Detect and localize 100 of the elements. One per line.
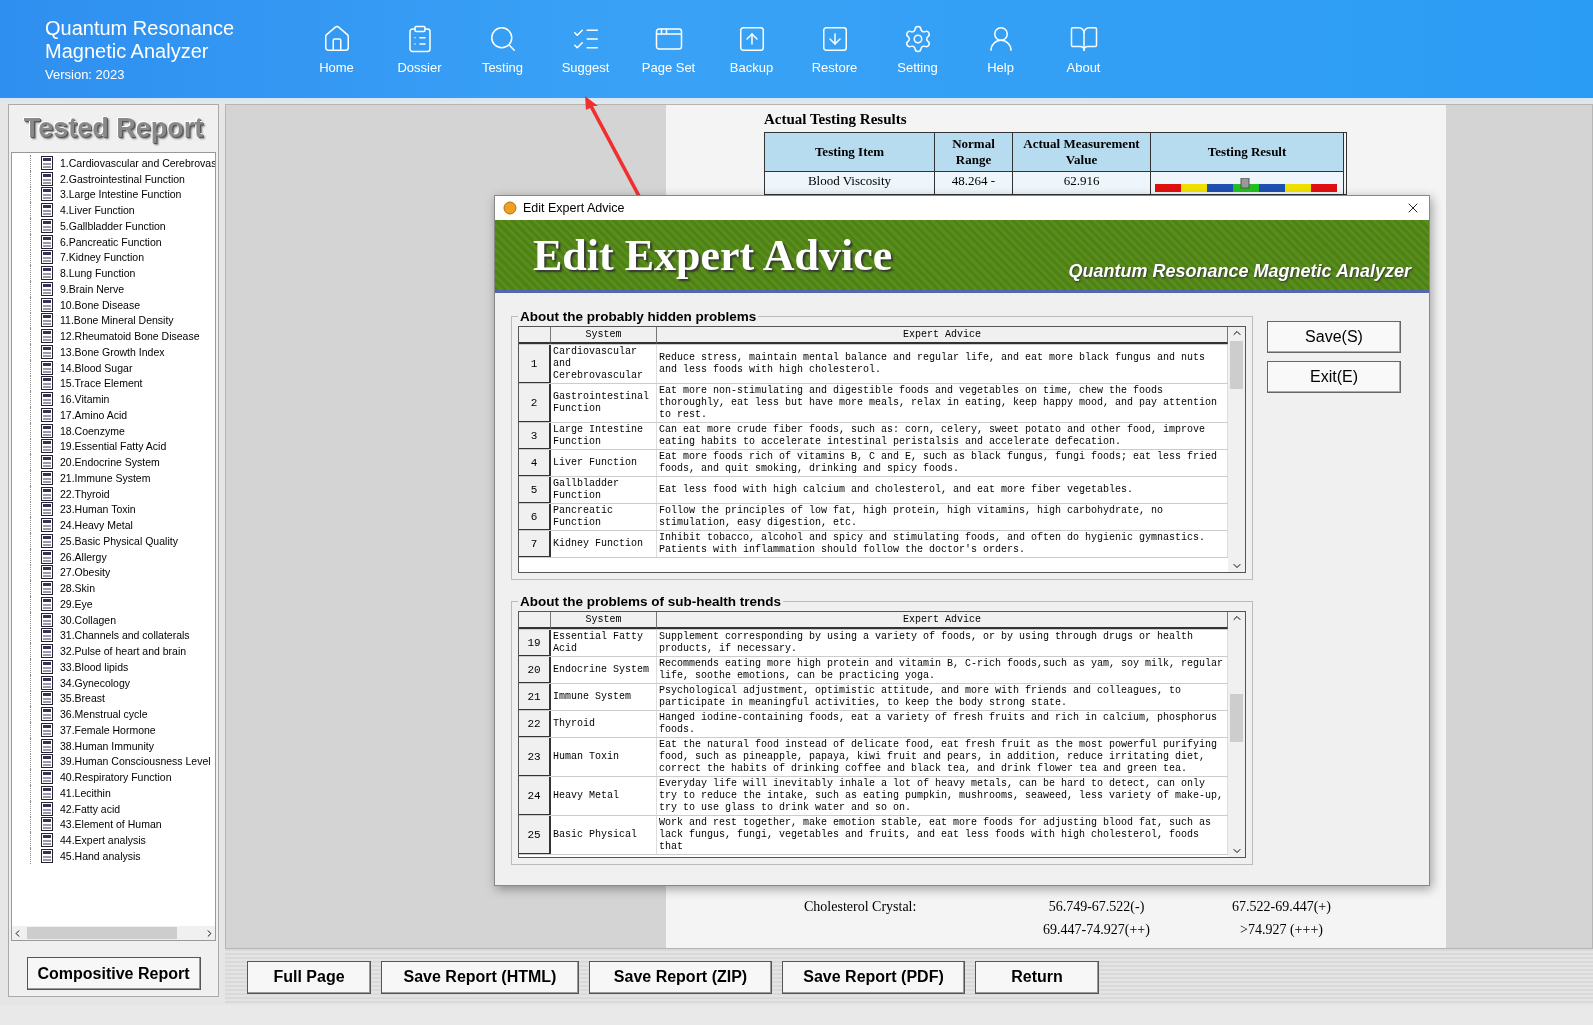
tree-item[interactable]: 39.Human Consciousness Level — [30, 753, 215, 770]
column-header: Expert Advice — [657, 612, 1228, 629]
document-icon — [41, 297, 53, 312]
row-number: 20 — [519, 657, 551, 683]
document-icon — [41, 518, 53, 533]
document-icon — [41, 423, 53, 438]
tree-item[interactable]: 2.Gastrointestinal Function — [30, 170, 215, 187]
document-icon — [41, 612, 53, 627]
table-cell: 48.264 - — [935, 172, 1013, 194]
tree-item[interactable]: 15.Trace Element — [30, 375, 215, 392]
tree-item[interactable]: 5.Gallbladder Function — [30, 218, 215, 234]
tree-item[interactable]: 8.Lung Function — [30, 265, 215, 281]
document-icon — [41, 596, 53, 611]
table-header: Actual Measurement Value — [1013, 133, 1151, 172]
vertical-scrollbar[interactable] — [1228, 612, 1245, 857]
tree-item[interactable]: 18.Coenzyme — [30, 422, 215, 439]
vertical-scrollbar[interactable] — [1228, 327, 1245, 572]
row-number: 5 — [519, 477, 551, 503]
row-number: 25 — [519, 816, 551, 854]
tree-item[interactable]: 9.Brain Nerve — [30, 281, 215, 297]
banner-subtitle: Quantum Resonance Magnetic Analyzer — [1068, 261, 1411, 282]
app-title: Magnetic Analyzer — [45, 39, 210, 63]
tree-item[interactable]: 23.Human Toxin — [30, 501, 215, 518]
tree-item[interactable]: 27.Obesity — [30, 564, 215, 581]
tree-item[interactable]: 29.Eye — [30, 596, 215, 612]
dialog-button[interactable]: Save(S) — [1267, 321, 1401, 353]
table-cell: Essential Fatty Acid — [551, 630, 657, 656]
document-icon — [41, 250, 53, 265]
tree-item[interactable]: 3.Large Intestine Function — [30, 186, 215, 203]
tree-item[interactable]: 17.Amino Acid — [30, 407, 215, 423]
tree-item[interactable]: 41.Lecithin — [30, 785, 215, 801]
scrollbar-thumb[interactable] — [1230, 694, 1243, 742]
tree-item[interactable]: 22.Thyroid — [30, 485, 215, 502]
tree-item[interactable]: 11.Bone Mineral Density — [30, 312, 215, 329]
document-icon — [41, 628, 53, 643]
app-icon — [503, 201, 517, 215]
report-action-button[interactable]: Full Page — [247, 960, 371, 994]
document-icon — [41, 266, 53, 281]
table-cell: Blood Viscosity — [765, 172, 935, 194]
tree-item[interactable]: 12.Rheumatoid Bone Disease — [30, 328, 215, 344]
row-number: 22 — [519, 711, 551, 737]
tree-item[interactable]: 38.Human Immunity — [30, 737, 215, 754]
tree-item[interactable]: 36.Menstrual cycle — [30, 706, 215, 722]
tree-item[interactable]: 14.Blood Sugar — [30, 359, 215, 376]
tree-item[interactable]: 30.Collagen — [30, 611, 215, 628]
tree-item[interactable]: 10.Bone Disease — [30, 296, 215, 313]
tree-item[interactable]: 43.Element of Human — [30, 816, 215, 833]
app-title: Quantum Resonance — [45, 16, 235, 40]
tree-item[interactable]: 19.Essential Fatty Acid — [30, 438, 215, 455]
table-cell: Pancreatic Function — [551, 504, 657, 530]
report-action-button[interactable]: Save Report (PDF) — [782, 960, 965, 994]
tree-item[interactable]: 4.Liver Function — [30, 202, 215, 218]
dialog-button[interactable]: Exit(E) — [1267, 361, 1401, 393]
dialog-title: Edit Expert Advice — [523, 201, 626, 215]
tree-item[interactable]: 16.Vitamin — [30, 391, 215, 407]
document-icon — [41, 344, 53, 359]
table-cell: Kidney Function — [551, 531, 657, 557]
row-number: 3 — [519, 423, 551, 449]
tree-item[interactable]: 24.Heavy Metal — [30, 517, 215, 533]
cholesterol-label: Cholesterol Crystal: — [804, 899, 918, 915]
group-title: About the problems of sub-health trends — [519, 594, 782, 609]
table-cell: Liver Function — [551, 450, 657, 476]
tree-item[interactable]: 35.Breast — [30, 690, 215, 707]
horizontal-scrollbar[interactable] — [12, 926, 215, 940]
version-label: Version: 2023 — [45, 66, 126, 82]
document-icon — [41, 486, 53, 501]
document-icon — [41, 770, 53, 785]
report-action-button[interactable]: Return — [975, 960, 1099, 994]
document-icon — [41, 439, 53, 454]
sidebar-title: Tested Report — [22, 112, 205, 145]
document-icon — [41, 817, 53, 832]
grid-corner-cell — [519, 612, 551, 629]
tree-item[interactable]: 34.Gynecology — [30, 674, 215, 691]
tree-item[interactable]: 45.Hand analysis — [30, 848, 215, 864]
document-icon — [41, 313, 53, 328]
tree-item[interactable]: 40.Respiratory Function — [30, 769, 215, 785]
tree-item[interactable]: 25.Basic Physical Quality — [30, 533, 215, 549]
scrollbar-thumb[interactable] — [1230, 341, 1243, 389]
tree-item[interactable]: 31.Channels and collaterals — [30, 627, 215, 644]
tree-item[interactable]: 20.Endocrine System — [30, 454, 215, 470]
report-action-button[interactable]: Save Report (HTML) — [381, 960, 579, 994]
tree-item[interactable]: 13.Bone Growth Index — [30, 344, 215, 360]
table-cell: Cardiovascular and Cerebrovascular — [551, 345, 657, 383]
tree-item[interactable]: 21.Immune System — [30, 470, 215, 486]
document-icon — [41, 581, 53, 596]
tree-item[interactable]: 28.Skin — [30, 580, 215, 596]
tree-item[interactable]: 26.Allergy — [30, 548, 215, 565]
tree-item[interactable]: 32.Pulse of heart and brain — [30, 643, 215, 659]
tree-item[interactable]: 33.Blood lipids — [30, 659, 215, 675]
row-number: 19 — [519, 630, 551, 656]
tree-item[interactable]: 44.Expert analysis — [30, 832, 215, 848]
tree-item[interactable]: 37.Female Hormone — [30, 722, 215, 738]
tree-item[interactable]: 7.Kidney Function — [30, 249, 215, 266]
report-action-button[interactable]: Save Report (ZIP) — [589, 960, 772, 994]
compositive-report-button[interactable]: Compositive Report — [26, 957, 201, 990]
document-icon — [41, 533, 53, 548]
tree-item[interactable]: 42.Fatty acid — [30, 800, 215, 817]
scrollbar-thumb[interactable] — [27, 927, 177, 939]
column-header: System — [551, 612, 657, 629]
tree-item[interactable]: 6.Pancreatic Function — [30, 233, 215, 250]
